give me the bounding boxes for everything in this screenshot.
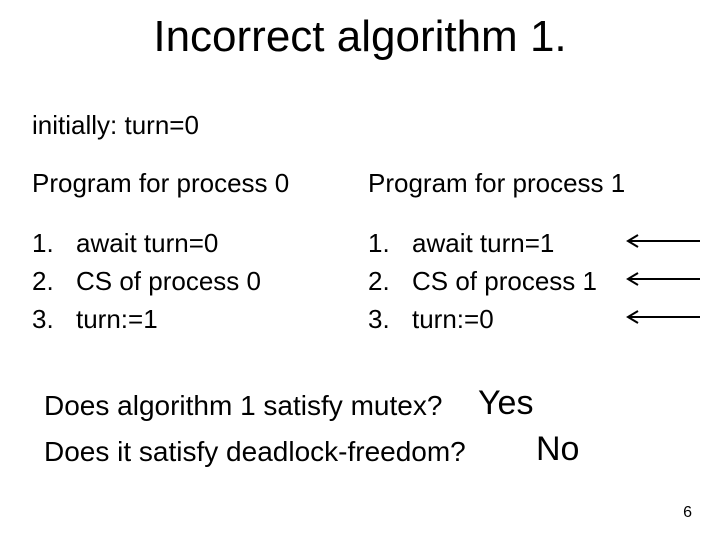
step-number: 1. [32,224,76,262]
step-number: 3. [368,300,412,338]
step-text: CS of process 0 [76,266,261,296]
program-0-header: Program for process 0 [32,168,289,199]
arrow-icon [620,234,700,248]
program-0-steps: 1.await turn=0 2.CS of process 0 3.turn:… [32,224,261,338]
step-number: 2. [368,262,412,300]
slide: Incorrect algorithm 1. initially: turn=0… [0,0,720,540]
page-number: 6 [683,504,692,522]
question-deadlock: Does it satisfy deadlock-freedom? [44,436,466,468]
arrow-icon [620,272,700,286]
step-text: turn:=1 [76,304,158,334]
step-number: 2. [32,262,76,300]
step-text: turn:=0 [412,304,494,334]
answer-deadlock: No [536,430,579,469]
step-number: 1. [368,224,412,262]
list-item: 2.CS of process 1 [368,262,597,300]
step-text: await turn=1 [412,228,554,258]
slide-title: Incorrect algorithm 1. [0,12,720,62]
answer-mutex: Yes [478,384,533,423]
list-item: 1.await turn=0 [32,224,261,262]
list-item: 3.turn:=1 [32,300,261,338]
step-text: CS of process 1 [412,266,597,296]
program-1-header: Program for process 1 [368,168,625,199]
question-mutex: Does algorithm 1 satisfy mutex? [44,390,442,422]
step-number: 3. [32,300,76,338]
arrow-icon [620,310,700,324]
list-item: 2.CS of process 0 [32,262,261,300]
list-item: 3.turn:=0 [368,300,597,338]
initial-condition: initially: turn=0 [32,110,199,141]
list-item: 1.await turn=1 [368,224,597,262]
program-1-steps: 1.await turn=1 2.CS of process 1 3.turn:… [368,224,597,338]
step-text: await turn=0 [76,228,218,258]
